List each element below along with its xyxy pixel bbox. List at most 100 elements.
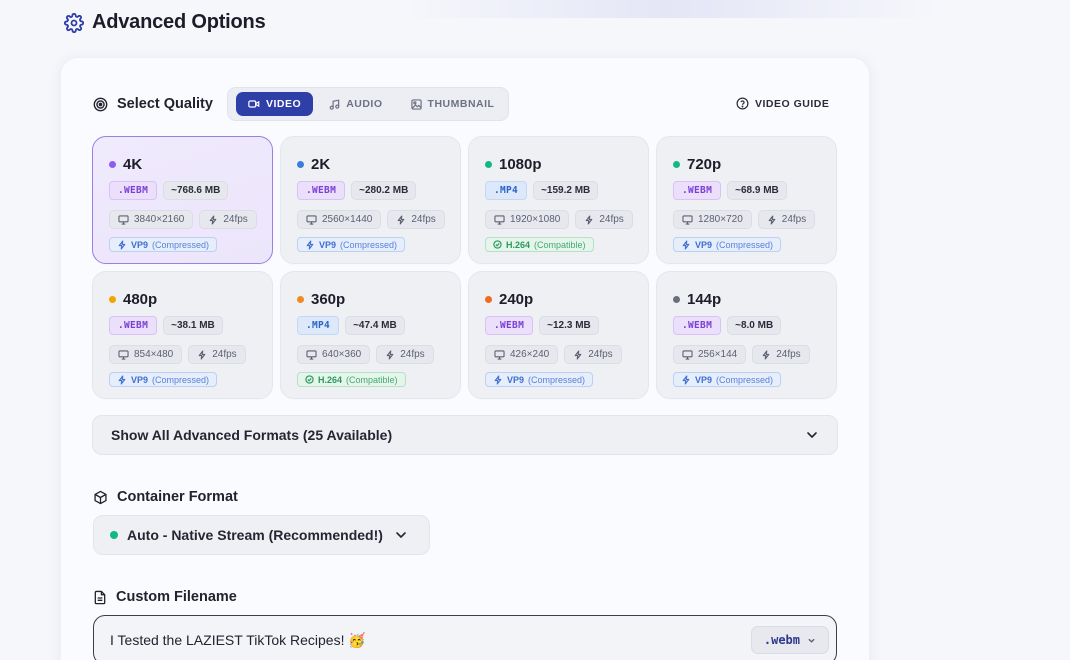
codec-name: H.264 xyxy=(318,374,343,385)
quality-name: 480p xyxy=(123,290,158,308)
container-format-select[interactable]: Auto - Native Stream (Recommended!) xyxy=(93,515,430,555)
help-circle-icon xyxy=(736,97,749,110)
quality-header: Select Quality xyxy=(93,96,213,112)
format-row: .WEBM ~68.9 MB xyxy=(673,181,836,200)
quality-label: Select Quality xyxy=(117,96,213,112)
codec-note: (Compressed) xyxy=(528,374,586,385)
advanced-formats-toggle[interactable]: Show All Advanced Formats (25 Available) xyxy=(92,415,838,455)
bolt-icon xyxy=(197,349,207,360)
quality-grid: 4K .WEBM ~768.6 MB 3840×2160 24fps VP9 (Compre… xyxy=(92,136,838,399)
resolution-value: 1280×720 xyxy=(698,214,743,225)
file-size: ~280.2 MB xyxy=(351,181,417,200)
resolution-value: 3840×2160 xyxy=(134,214,185,225)
quality-dot xyxy=(109,160,116,168)
quality-card-144p[interactable]: 144p .WEBM ~8.0 MB 256×144 24fps VP9 (Compress… xyxy=(656,271,837,399)
fps-badge: 24fps xyxy=(188,345,246,364)
quality-card-240p[interactable]: 240p .WEBM ~12.3 MB 426×240 24fps VP9 (Compres… xyxy=(468,271,649,399)
page-title: Advanced Options xyxy=(92,11,266,33)
format-badge: .MP4 xyxy=(297,316,340,335)
format-row: .WEBM ~8.0 MB xyxy=(673,316,836,335)
monitor-icon xyxy=(306,349,317,360)
codec-row: VP9 (Compressed) xyxy=(297,237,460,252)
file-size: ~68.9 MB xyxy=(727,181,787,200)
resolution-badge: 256×144 xyxy=(673,345,747,364)
filename-header: Custom Filename xyxy=(93,589,237,605)
codec-badge: VP9 (Compressed) xyxy=(485,372,594,387)
quality-card-2k[interactable]: 2K .WEBM ~280.2 MB 2560×1440 24fps VP9 (Compre… xyxy=(280,136,461,264)
codec-row: VP9 (Compressed) xyxy=(485,372,648,387)
quality-dot xyxy=(485,295,492,303)
resolution-badge: 1920×1080 xyxy=(485,210,570,229)
gear-icon xyxy=(64,12,84,33)
fps-badge: 24fps xyxy=(575,210,633,229)
format-badge: .MP4 xyxy=(485,181,528,200)
meta-row: 640×360 24fps xyxy=(297,345,460,364)
codec-name: VP9 xyxy=(695,374,713,385)
format-badge: .WEBM xyxy=(109,316,158,335)
monitor-icon xyxy=(682,349,693,360)
extension-select[interactable]: .webm xyxy=(750,626,829,654)
fps-value: 24fps xyxy=(776,349,801,360)
fps-value: 24fps xyxy=(411,214,436,225)
codec-badge: VP9 (Compressed) xyxy=(109,237,218,252)
page-heading: Advanced Options xyxy=(64,11,266,34)
music-note-icon xyxy=(329,98,340,110)
fps-badge: 24fps xyxy=(757,210,816,229)
quality-name: 720p xyxy=(687,155,722,173)
video-guide-link[interactable]: VIDEO GUIDE xyxy=(736,97,829,110)
format-row: .WEBM ~280.2 MB xyxy=(297,181,460,200)
meta-row: 426×240 24fps xyxy=(485,345,648,364)
chevron-down-icon xyxy=(807,636,816,645)
resolution-value: 1920×1080 xyxy=(510,214,561,225)
format-row: .MP4 ~47.4 MB xyxy=(297,316,460,335)
quality-title: 2K xyxy=(297,155,460,173)
quality-title: 480p xyxy=(109,290,272,308)
quality-title: 1080p xyxy=(485,156,648,173)
quality-tabs: VIDEO AUDIO THUMBNAIL xyxy=(227,87,509,121)
quality-card-4k[interactable]: 4K .WEBM ~768.6 MB 3840×2160 24fps VP9 (Compre… xyxy=(92,136,273,264)
monitor-icon xyxy=(118,349,129,360)
codec-note: (Compatible) xyxy=(346,374,398,385)
filename-input[interactable] xyxy=(110,632,710,648)
format-badge: .WEBM xyxy=(485,316,534,335)
bolt-icon xyxy=(761,349,771,360)
quality-card-480p[interactable]: 480p .WEBM ~38.1 MB 854×480 24fps VP9 (Compres… xyxy=(92,271,273,399)
quality-dot xyxy=(673,295,680,303)
codec-row: H.264 (Compatible) xyxy=(485,237,648,252)
quality-title: 360p xyxy=(297,291,460,308)
tab-audio[interactable]: AUDIO xyxy=(317,92,394,116)
codec-row: VP9 (Compressed) xyxy=(673,372,836,387)
bolt-icon xyxy=(767,214,777,225)
check-circle-icon xyxy=(305,375,314,384)
filename-label: Custom Filename xyxy=(116,589,237,605)
file-size: ~768.6 MB xyxy=(163,181,229,200)
meta-row: 2560×1440 24fps xyxy=(297,210,460,229)
resolution-value: 256×144 xyxy=(698,349,738,360)
codec-name: VP9 xyxy=(507,374,525,385)
extension-value: .webm xyxy=(763,633,800,647)
chevron-down-icon xyxy=(805,428,819,442)
codec-badge: VP9 (Compressed) xyxy=(297,237,406,252)
file-size: ~8.0 MB xyxy=(727,316,782,335)
meta-row: 854×480 24fps xyxy=(109,345,272,364)
format-badge: .WEBM xyxy=(297,181,346,200)
fps-value: 24fps xyxy=(400,349,425,360)
codec-note: (Compressed) xyxy=(340,239,398,250)
tab-thumbnail[interactable]: THUMBNAIL xyxy=(399,92,507,116)
format-row: .WEBM ~12.3 MB xyxy=(485,316,648,335)
fps-badge: 24fps xyxy=(199,210,257,229)
quality-card-360p[interactable]: 360p .MP4 ~47.4 MB 640×360 24fps H.264 (Compat… xyxy=(280,271,461,399)
quality-title: 4K xyxy=(109,156,272,173)
file-size: ~159.2 MB xyxy=(533,181,599,200)
tab-video[interactable]: VIDEO xyxy=(236,92,314,116)
monitor-icon xyxy=(118,214,129,225)
resolution-badge: 3840×2160 xyxy=(109,210,194,229)
video-icon xyxy=(248,99,260,109)
video-guide-label: VIDEO GUIDE xyxy=(755,97,830,110)
bolt-icon xyxy=(681,239,691,250)
quality-name: 2K xyxy=(311,155,331,173)
resolution-badge: 1280×720 xyxy=(673,210,752,229)
quality-card-1080p[interactable]: 1080p .MP4 ~159.2 MB 1920×1080 24fps H.264 (Co… xyxy=(468,136,649,264)
quality-card-720p[interactable]: 720p .WEBM ~68.9 MB 1280×720 24fps VP9 (Compre… xyxy=(656,136,837,264)
quality-name: 144p xyxy=(687,290,722,308)
